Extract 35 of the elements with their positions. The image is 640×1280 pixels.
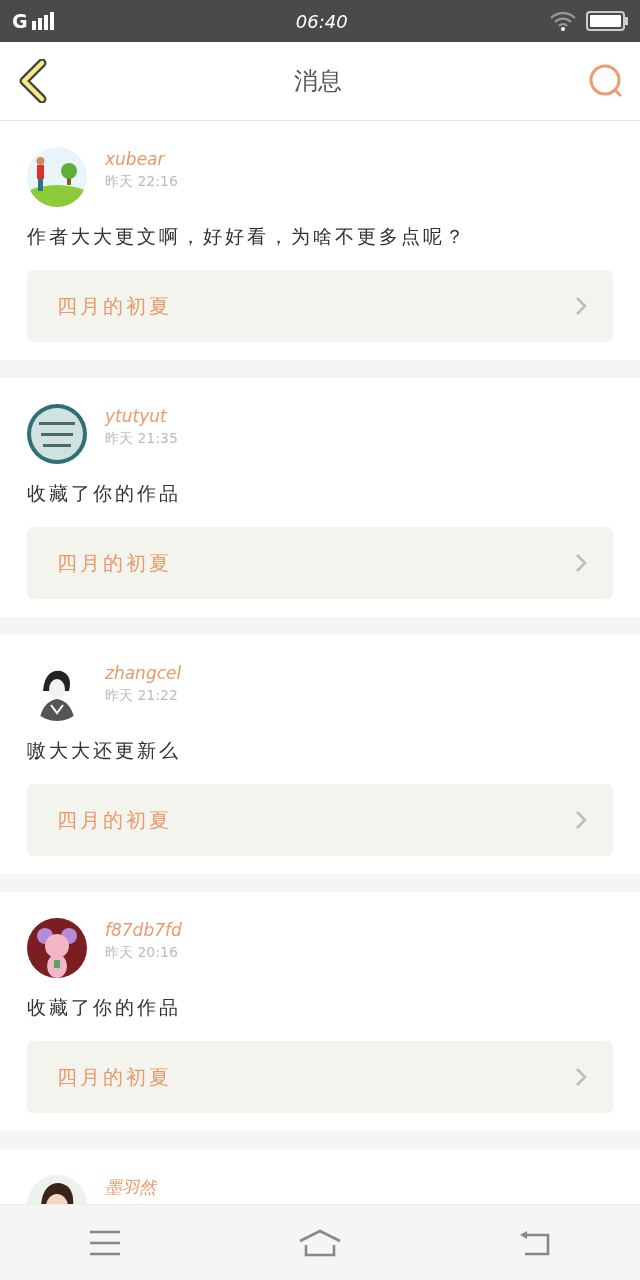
work-link[interactable]: 四月的初夏 bbox=[27, 270, 613, 342]
page-title: 消息 bbox=[294, 66, 342, 97]
signal-icon bbox=[31, 12, 54, 30]
timestamp: 昨天 21:35 bbox=[105, 429, 178, 448]
home-icon[interactable] bbox=[298, 1228, 342, 1257]
chevron-right-icon bbox=[575, 553, 587, 573]
network-label: G bbox=[12, 10, 28, 32]
clock: 06:40 bbox=[294, 10, 349, 32]
battery-icon bbox=[586, 11, 628, 31]
chevron-right-icon bbox=[575, 1067, 587, 1087]
timestamp: 昨天 21:22 bbox=[105, 686, 179, 705]
work-title: 四月的初夏 bbox=[57, 549, 172, 577]
message-text: 嗷大大还更新么 bbox=[27, 738, 182, 763]
back-arrow-icon[interactable] bbox=[519, 1229, 552, 1256]
message-text: 作者大大更文啊，好好看，为啥不更多点呢？ bbox=[27, 224, 468, 249]
wifi-icon bbox=[550, 11, 576, 31]
work-link[interactable]: 四月的初夏 bbox=[27, 527, 613, 599]
work-title: 四月的初夏 bbox=[57, 292, 172, 320]
user-name[interactable]: xubear bbox=[105, 150, 178, 169]
user-name[interactable]: zhangcel bbox=[105, 664, 182, 683]
chevron-right-icon bbox=[575, 296, 587, 316]
work-title: 四月的初夏 bbox=[57, 1063, 172, 1091]
timestamp: 昨天 20:16 bbox=[105, 943, 179, 962]
user-name[interactable]: f87db7fd bbox=[105, 921, 182, 940]
message-text: 收藏了你的作品 bbox=[27, 995, 182, 1020]
search-icon[interactable] bbox=[588, 63, 624, 99]
timestamp: 昨天 22:16 bbox=[105, 172, 178, 191]
message-text: 收藏了你的作品 bbox=[27, 481, 182, 506]
work-link[interactable]: 四月的初夏 bbox=[27, 784, 613, 856]
menu-icon[interactable] bbox=[88, 1229, 121, 1256]
work-link[interactable]: 四月的初夏 bbox=[27, 1041, 613, 1113]
work-title: 四月的初夏 bbox=[57, 806, 172, 834]
chevron-right-icon bbox=[575, 810, 587, 830]
user-name[interactable]: 墨羽然 bbox=[105, 1178, 156, 1197]
user-name[interactable]: ytutyut bbox=[105, 407, 178, 426]
